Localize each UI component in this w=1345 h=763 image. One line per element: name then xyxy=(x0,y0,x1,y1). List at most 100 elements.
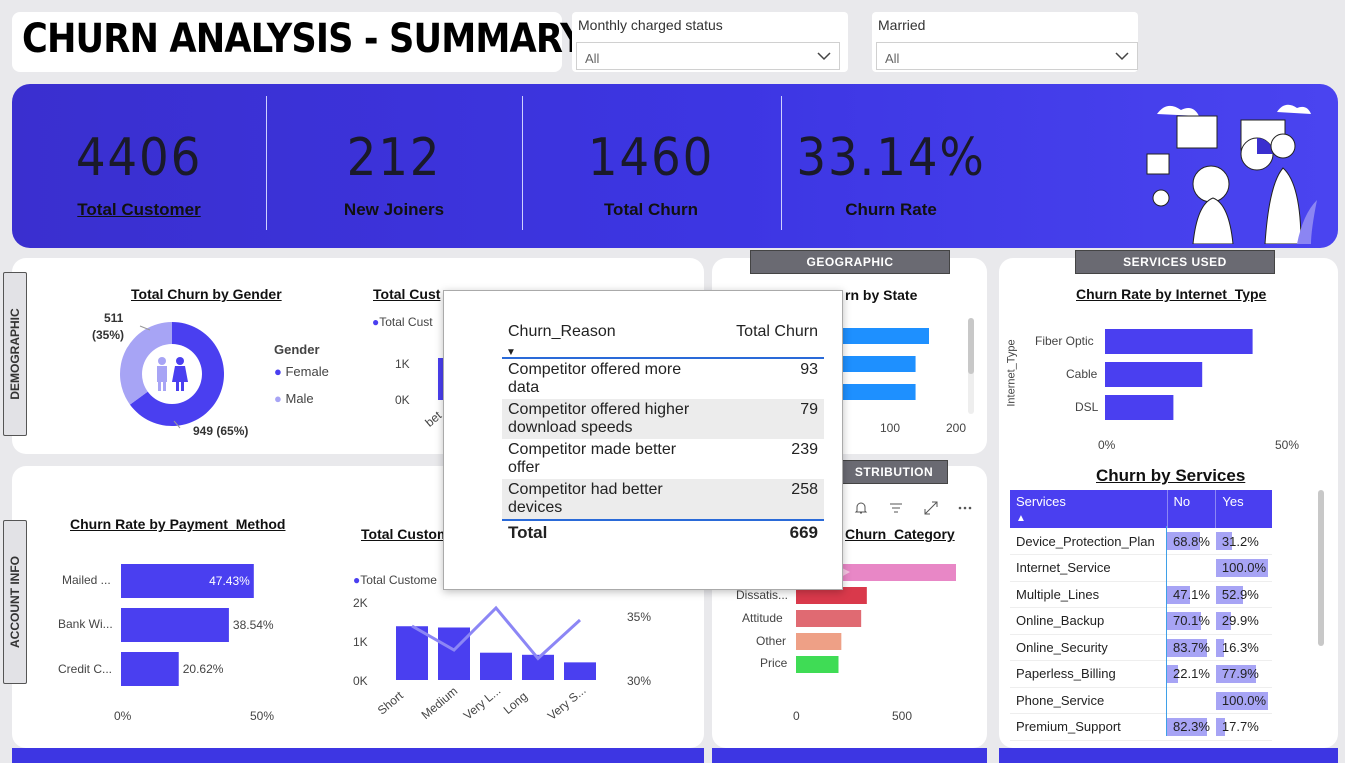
slicer-dropdown-married[interactable]: All xyxy=(876,42,1138,70)
cell-total-churn: 239 xyxy=(791,441,818,458)
bar[interactable] xyxy=(396,626,428,680)
cell-yes: 17.7% xyxy=(1215,713,1272,741)
table-row[interactable]: Internet_Service 100.0% xyxy=(1010,554,1272,582)
bar[interactable] xyxy=(843,356,916,372)
bar[interactable] xyxy=(480,652,512,680)
scrollbar-thumb[interactable] xyxy=(1318,490,1324,646)
cell-value: 16.3% xyxy=(1221,639,1259,655)
table-row[interactable]: Online_Security 83.7% 16.3% xyxy=(1010,634,1272,661)
table-row[interactable]: Competitor offered more data 93 xyxy=(502,358,824,399)
table-title-services: Churn by Services xyxy=(1096,466,1246,485)
chevron-down-icon xyxy=(817,52,831,61)
legend-title: Gender xyxy=(274,342,320,357)
cell-value: 70.1% xyxy=(1173,613,1210,629)
table-row[interactable]: Phone_Service 100.0% xyxy=(1010,687,1272,714)
column-header-yes[interactable]: Yes xyxy=(1215,490,1272,528)
cell-value: 29.9% xyxy=(1221,613,1259,629)
category-label: Price xyxy=(760,656,788,670)
tick-label: 35% xyxy=(627,610,652,624)
sort-asc-icon: ▲ xyxy=(1016,513,1026,524)
column-divider xyxy=(1166,526,1167,736)
table-row[interactable]: Competitor had better devices 258 xyxy=(502,479,824,520)
bar[interactable] xyxy=(564,662,596,680)
tick-label: 1K xyxy=(395,357,410,371)
cell-no: 22.1% xyxy=(1167,660,1216,688)
bar[interactable] xyxy=(1105,395,1174,420)
column-header-no[interactable]: No xyxy=(1166,490,1216,528)
line-series[interactable] xyxy=(411,605,582,661)
cell-service-name: Multiple_Lines xyxy=(1010,581,1168,608)
footer-strip xyxy=(712,748,987,763)
chart-title-age: Total Cust xyxy=(373,286,441,302)
bar[interactable] xyxy=(796,633,842,650)
chart-title-tenure: Total Custom xyxy=(361,526,450,542)
chart-title-payment: Churn Rate by Payment_Method xyxy=(70,516,286,532)
cell-service-name: Online_Security xyxy=(1010,634,1168,661)
kpi-band: 4406 Total Customer 212 New Joiners 1460… xyxy=(12,84,1338,248)
cell-total-churn: 93 xyxy=(800,361,818,378)
scrollbar-thumb[interactable] xyxy=(968,318,974,374)
category-label: Cable xyxy=(1066,367,1098,381)
cell-text-line: data xyxy=(508,379,540,396)
column-header-services[interactable]: Services ▲ xyxy=(1010,490,1168,528)
kpi-label: Churn Rate xyxy=(845,200,937,219)
column-header-churn-reason[interactable]: Churn_Reason ▼ xyxy=(502,321,719,359)
bar[interactable] xyxy=(121,652,179,686)
legend-dot: ● xyxy=(274,391,282,406)
table-row[interactable]: Multiple_Lines 47.1% 52.9% xyxy=(1010,581,1272,608)
table-row[interactable]: Online_Backup 70.1% 29.9% xyxy=(1010,607,1272,635)
more-options-icon[interactable] xyxy=(957,500,973,516)
cell-value: 83.7% xyxy=(1173,639,1210,655)
donut-hole xyxy=(142,344,202,404)
slicer-monthly-charged: Monthly charged status All xyxy=(572,12,848,72)
slicer-label: Monthly charged status xyxy=(578,17,723,33)
table-total-row: Total 669 xyxy=(502,519,824,545)
internet-bars xyxy=(1105,329,1253,420)
kpi-churn-rate: 33.14% Churn Rate xyxy=(781,84,1001,248)
bar[interactable] xyxy=(121,608,229,642)
cell-text-line: download speeds xyxy=(508,419,633,436)
filter-icon[interactable] xyxy=(888,500,904,516)
cell-yes: 77.9% xyxy=(1215,660,1272,688)
bar[interactable] xyxy=(843,384,916,400)
table-row[interactable]: Competitor offered higher download speeds… xyxy=(502,399,824,439)
kpi-label: Total Customer xyxy=(77,200,201,219)
cell-text-line: Competitor had better xyxy=(508,481,663,498)
tick-label: 500 xyxy=(892,709,913,723)
cell-no: 68.8% xyxy=(1167,528,1216,555)
axis-label-internet: Internet_Type xyxy=(1005,339,1018,407)
bar[interactable] xyxy=(1105,362,1203,387)
table-row[interactable]: Premium_Support 82.3% 17.7% xyxy=(1010,713,1272,741)
payment-bars: 47.43% 38.54% 20.62% xyxy=(121,564,274,686)
cell-value: 22.1% xyxy=(1173,666,1210,682)
cell-service-name: Premium_Support xyxy=(1010,713,1168,741)
legend-label: Male xyxy=(285,391,314,406)
bar[interactable] xyxy=(843,328,929,344)
legend-item-age: ●Total Cust xyxy=(372,315,433,329)
bar[interactable] xyxy=(1105,329,1253,354)
bell-icon[interactable] xyxy=(853,500,869,516)
table-row[interactable]: Device_Protection_Plan 68.8% 31.2% xyxy=(1010,528,1272,555)
kpi-total-customer: 4406 Total Customer xyxy=(12,84,266,248)
slicer-value: All xyxy=(885,51,900,66)
bar[interactable] xyxy=(796,610,862,627)
kpi-total-churn: 1460 Total Churn xyxy=(522,84,780,248)
header-label: Churn_Reason xyxy=(508,323,616,340)
column-header-total-churn[interactable]: Total Churn xyxy=(718,321,824,359)
cell-no xyxy=(1167,687,1216,714)
table-row[interactable]: Paperless_Billing 22.1% 77.9% xyxy=(1010,660,1272,688)
state-bars xyxy=(843,328,929,400)
expand-icon[interactable] xyxy=(923,500,939,516)
cell-value: 47.1% xyxy=(1173,586,1210,602)
cell-no: 83.7% xyxy=(1167,634,1216,661)
bar[interactable] xyxy=(796,656,839,673)
table-row[interactable]: Competitor made better offer 239 xyxy=(502,439,824,479)
category-label: Credit C... xyxy=(58,662,113,676)
slicer-dropdown-monthly[interactable]: All xyxy=(576,42,840,70)
cell-text-line: Competitor offered higher xyxy=(508,401,690,418)
churn-reason-tooltip: Churn_Reason ▼ Total Churn Competitor off… xyxy=(443,290,843,590)
page-title: CHURN ANALYSIS - SUMMARY xyxy=(22,16,586,62)
cell-no: 82.3% xyxy=(1167,713,1216,741)
bar[interactable] xyxy=(438,627,470,681)
section-tab-account: ACCOUNT INFO xyxy=(3,520,27,684)
